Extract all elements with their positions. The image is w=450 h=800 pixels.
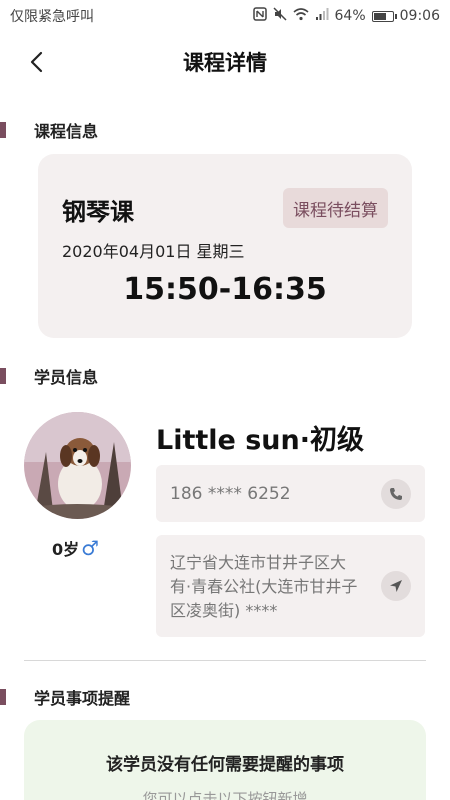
carrier-text: 仅限紧急呼叫 (10, 9, 94, 25)
section-marker (0, 689, 6, 705)
nfc-icon (252, 7, 267, 25)
phone-icon (390, 488, 402, 500)
status-icons: 64% 09:06 (252, 7, 440, 25)
reminder-empty-card: 该学员没有任何需要提醒的事项 您可以点击以下按钮新增 (24, 720, 426, 800)
wifi-icon (292, 7, 309, 25)
course-time: 15:50-16:35 (123, 272, 327, 307)
signal-icon (315, 7, 329, 25)
nav-bar: 课程详情 (0, 32, 450, 92)
course-date: 2020年04月01日 星期三 (62, 242, 245, 261)
age-gender: 0岁 ♂ (52, 536, 99, 560)
section-title-course-info: 课程信息 (34, 122, 99, 141)
section-marker (0, 122, 6, 138)
address-text: 辽宁省大连市甘井子区大有·青春公社(大连市甘井子区凌奥街) **** (170, 553, 358, 620)
status-bar: 仅限紧急呼叫 64% 09:06 (0, 0, 450, 32)
reminder-empty-title: 该学员没有任何需要提醒的事项 (106, 755, 344, 775)
student-avatar[interactable] (24, 412, 131, 519)
mute-icon (272, 7, 287, 25)
section-title-student-info: 学员信息 (34, 368, 99, 387)
location-arrow-icon (390, 580, 402, 592)
call-button[interactable] (381, 479, 411, 509)
clock: 09:06 (399, 8, 440, 24)
reminder-empty-subtitle: 您可以点击以下按钮新增 (142, 790, 308, 800)
navigate-button[interactable] (381, 571, 411, 601)
dog-photo-icon (24, 412, 131, 519)
section-title-student-reminder: 学员事项提醒 (34, 689, 131, 708)
male-icon: ♂ (81, 536, 100, 560)
student-age: 0岁 (52, 540, 80, 559)
student-name: Little sun·初级 (156, 425, 365, 456)
section-marker (0, 368, 6, 384)
phone-field: 186 **** 6252 (156, 465, 425, 522)
back-button[interactable] (24, 48, 52, 76)
chevron-left-icon (30, 51, 43, 73)
address-field: 辽宁省大连市甘井子区大有·青春公社(大连市甘井子区凌奥街) **** (156, 535, 425, 637)
divider (24, 660, 426, 661)
section-course-info: 课程信息 (0, 118, 98, 142)
page-title: 课程详情 (183, 51, 267, 75)
course-status-badge: 课程待结算 (283, 188, 388, 228)
battery-percent: 64% (334, 8, 366, 24)
course-card: 钢琴课 课程待结算 2020年04月01日 星期三 15:50-16:35 (38, 154, 412, 338)
section-student-info: 学员信息 (0, 364, 98, 388)
course-name: 钢琴课 (62, 198, 134, 226)
section-student-reminder: 学员事项提醒 (0, 685, 130, 709)
battery-icon (371, 10, 397, 22)
phone-number: 186 **** 6252 (170, 484, 291, 504)
